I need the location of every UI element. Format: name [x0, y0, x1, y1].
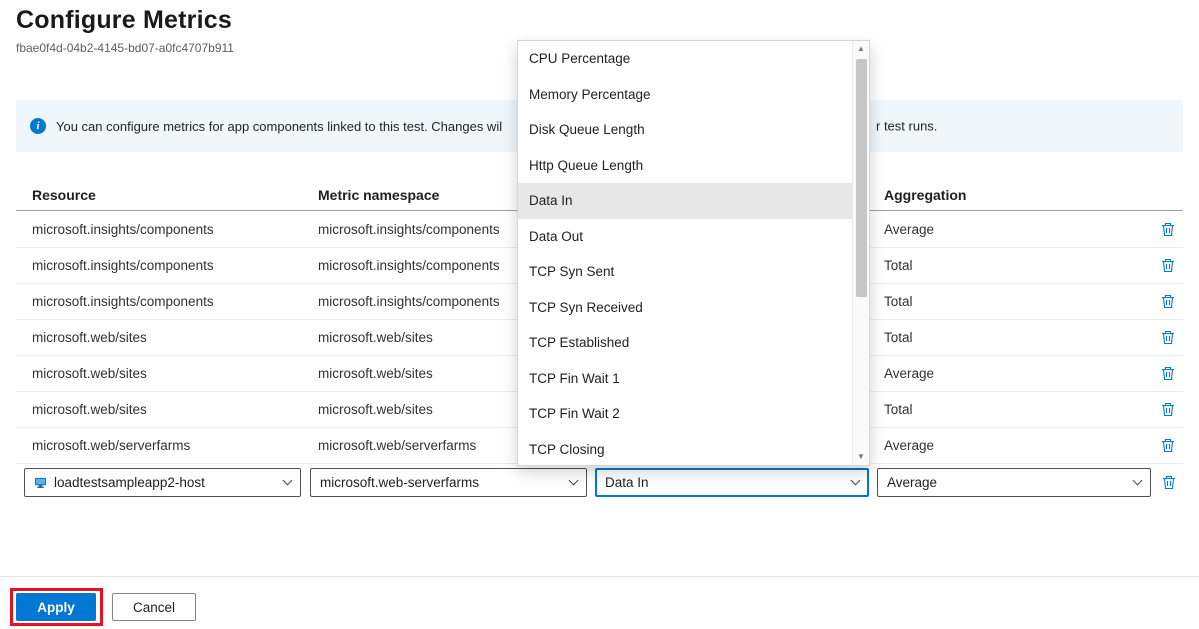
delete-row-button[interactable]: [1158, 328, 1178, 348]
namespace-cell: microsoft.insights/components: [318, 284, 500, 319]
trash-icon: [1161, 438, 1175, 453]
scroll-up-button[interactable]: ▲: [853, 41, 869, 57]
aggregation-select[interactable]: Average: [877, 468, 1151, 497]
page-title: Configure Metrics: [16, 6, 232, 35]
info-icon: i: [30, 118, 46, 134]
aggregation-cell: Average: [884, 356, 934, 391]
scrollbar-thumb[interactable]: [856, 59, 867, 297]
aggregation-cell: Average: [884, 428, 934, 463]
chevron-down-icon: [569, 476, 579, 486]
apply-button[interactable]: Apply: [16, 593, 96, 621]
resource-cell: microsoft.insights/components: [32, 284, 214, 319]
namespace-select-value: microsoft.web-serverfarms: [320, 475, 562, 490]
dropdown-item[interactable]: Memory Percentage: [518, 77, 852, 113]
resource-cell: microsoft.insights/components: [32, 248, 214, 283]
metric-dropdown: CPU Percentage Memory Percentage Disk Qu…: [517, 40, 870, 466]
aggregation-cell: Average: [884, 212, 934, 247]
cancel-button[interactable]: Cancel: [112, 593, 196, 621]
resource-cell: microsoft.web/serverfarms: [32, 428, 190, 463]
delete-row-button[interactable]: [1158, 220, 1178, 240]
metric-select[interactable]: Data In: [595, 468, 869, 497]
namespace-select[interactable]: microsoft.web-serverfarms: [310, 468, 587, 497]
chevron-down-icon: [283, 476, 293, 486]
resource-select[interactable]: loadtestsampleapp2-host: [24, 468, 301, 497]
app-resource-icon: [34, 476, 47, 489]
chevron-down-icon: [851, 476, 861, 486]
page-subtitle: fbae0f4d-04b2-4145-bd07-a0fc4707b911: [16, 41, 234, 55]
aggregation-cell: Total: [884, 320, 913, 355]
banner-text-fragment: r test runs.: [876, 119, 937, 134]
scroll-down-button[interactable]: ▼: [853, 449, 869, 465]
dropdown-item[interactable]: Disk Queue Length: [518, 112, 852, 148]
delete-row-button[interactable]: [1158, 400, 1178, 420]
trash-icon: [1161, 222, 1175, 237]
aggregation-cell: Total: [884, 284, 913, 319]
trash-icon: [1161, 330, 1175, 345]
trash-icon: [1161, 258, 1175, 273]
delete-row-button[interactable]: [1158, 364, 1178, 384]
column-header-resource: Resource: [32, 179, 96, 211]
resource-cell: microsoft.web/sites: [32, 356, 147, 391]
dropdown-item[interactable]: CPU Percentage: [518, 41, 852, 77]
dropdown-scrollbar[interactable]: ▲ ▼: [852, 41, 869, 465]
delete-row-button[interactable]: [1158, 436, 1178, 456]
trash-icon: [1161, 366, 1175, 381]
delete-row-button[interactable]: [1158, 469, 1180, 495]
column-header-aggregation: Aggregation: [884, 179, 966, 211]
footer-divider: [0, 576, 1199, 577]
trash-icon: [1161, 294, 1175, 309]
dropdown-item[interactable]: TCP Closing: [518, 432, 852, 468]
namespace-cell: microsoft.web/sites: [318, 320, 433, 355]
aggregation-cell: Total: [884, 248, 913, 283]
namespace-cell: microsoft.insights/components: [318, 212, 500, 247]
chevron-down-icon: [1133, 476, 1143, 486]
dropdown-item[interactable]: TCP Syn Sent: [518, 254, 852, 290]
column-header-namespace: Metric namespace: [318, 179, 439, 211]
trash-icon: [1161, 402, 1175, 417]
dropdown-item[interactable]: TCP Fin Wait 2: [518, 396, 852, 432]
dropdown-item-selected[interactable]: Data In: [518, 183, 852, 219]
namespace-cell: microsoft.web/sites: [318, 392, 433, 427]
aggregation-select-value: Average: [887, 475, 1126, 490]
resource-cell: microsoft.web/sites: [32, 392, 147, 427]
resource-cell: microsoft.web/sites: [32, 320, 147, 355]
delete-row-button[interactable]: [1158, 256, 1178, 276]
dropdown-item[interactable]: TCP Fin Wait 1: [518, 361, 852, 397]
resource-cell: microsoft.insights/components: [32, 212, 214, 247]
banner-text: You can configure metrics for app compon…: [56, 119, 502, 134]
delete-row-button[interactable]: [1158, 292, 1178, 312]
namespace-cell: microsoft.web/sites: [318, 356, 433, 391]
aggregation-cell: Total: [884, 392, 913, 427]
namespace-cell: microsoft.insights/components: [318, 248, 500, 283]
dropdown-item[interactable]: TCP Syn Received: [518, 290, 852, 326]
namespace-cell: microsoft.web/serverfarms: [318, 428, 476, 463]
dropdown-item[interactable]: Http Queue Length: [518, 148, 852, 184]
dropdown-item[interactable]: Data Out: [518, 219, 852, 255]
configure-metrics-page: Configure Metrics fbae0f4d-04b2-4145-bd0…: [0, 0, 1199, 629]
metric-dropdown-list: CPU Percentage Memory Percentage Disk Qu…: [518, 41, 852, 465]
metric-select-value: Data In: [605, 475, 844, 490]
dropdown-item[interactable]: TCP Established: [518, 325, 852, 361]
resource-select-value: loadtestsampleapp2-host: [54, 475, 276, 490]
trash-icon: [1162, 475, 1176, 490]
